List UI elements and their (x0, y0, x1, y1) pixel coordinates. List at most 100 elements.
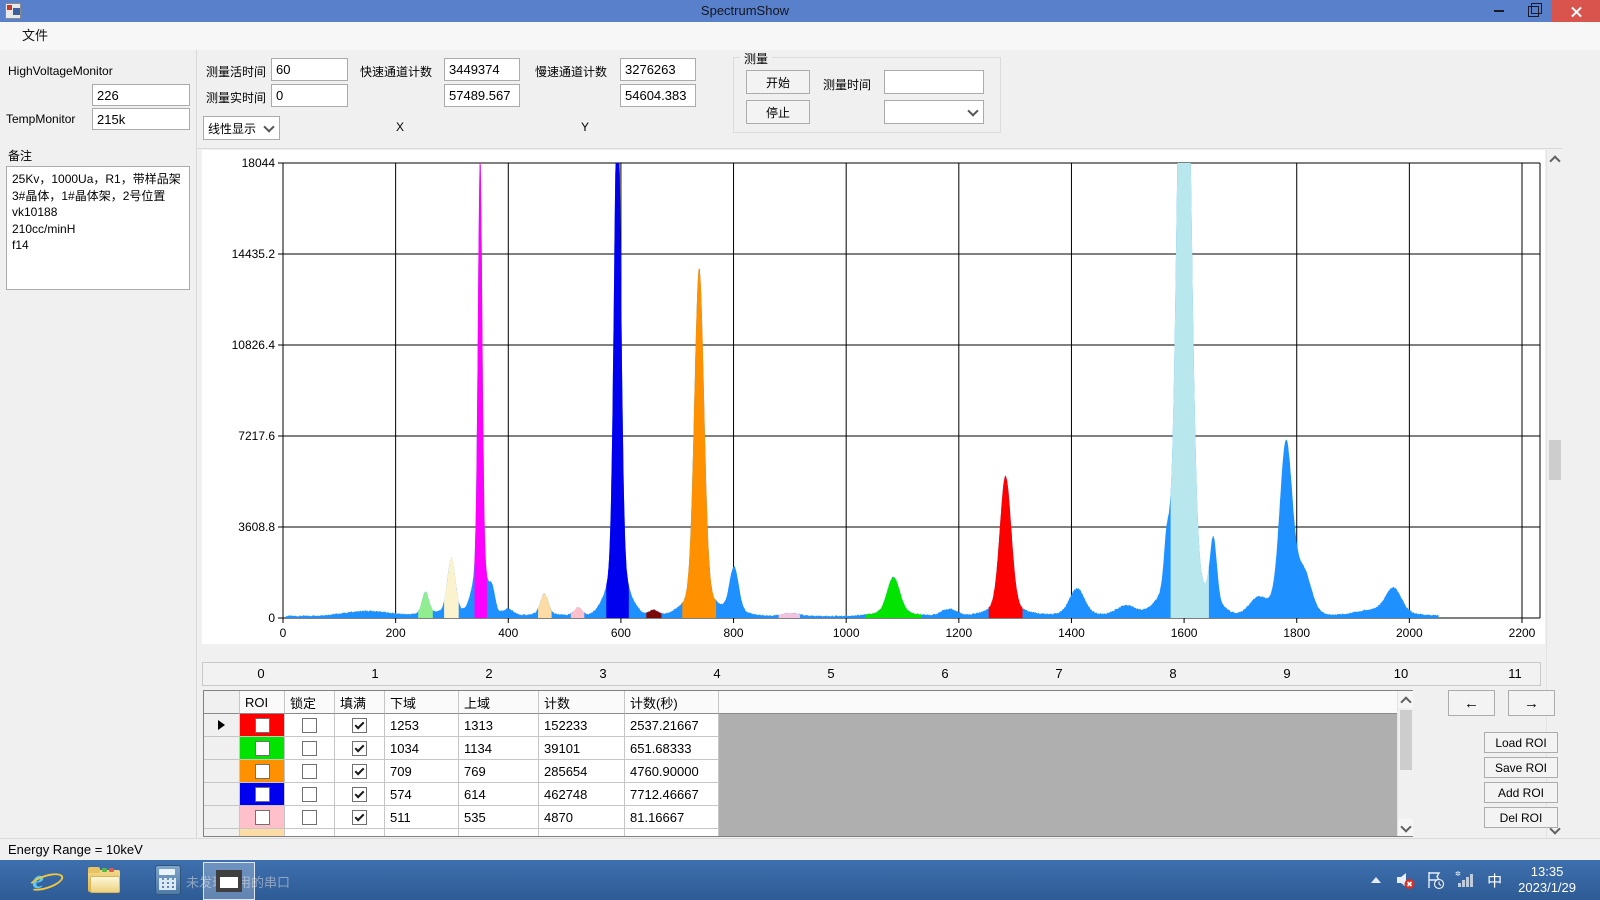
table-row[interactable]: ROI锁定填满下域上域计数计数(秒) (204, 691, 1398, 714)
taskbar-clock[interactable]: 13:35 2023/1/29 (1518, 864, 1576, 896)
table-row[interactable]: 7097692856544760.90000 (204, 760, 1398, 783)
table-scrollbar-thumb[interactable] (1400, 710, 1412, 770)
filled-checkbox[interactable] (352, 718, 367, 733)
menu-file[interactable]: 文件 (14, 22, 56, 50)
locked-cell[interactable] (285, 783, 335, 806)
row-header[interactable] (204, 714, 240, 737)
ime-indicator[interactable]: 中 (1487, 870, 1502, 891)
upper-bound-cell[interactable]: 614 (459, 783, 539, 806)
filled-cell[interactable] (335, 737, 385, 760)
live-time-field[interactable]: 60 (271, 58, 348, 81)
action-center-flag-icon[interactable] (1425, 870, 1445, 890)
roi-color-cell[interactable] (240, 737, 285, 760)
upper-bound-cell[interactable]: 1134 (459, 737, 539, 760)
save-roi-button[interactable]: Save ROI (1484, 757, 1558, 778)
scroll-right-button[interactable]: → (1508, 690, 1555, 716)
locked-cell[interactable] (285, 737, 335, 760)
slow-count-field[interactable]: 3276263 (620, 58, 696, 81)
column-header[interactable]: 下域 (385, 691, 459, 714)
high-voltage-field[interactable]: 226 (92, 84, 190, 106)
volume-muted-icon[interactable] (1395, 870, 1415, 890)
row-header[interactable] (204, 806, 240, 829)
locked-checkbox[interactable] (302, 718, 317, 733)
restore-button[interactable] (1518, 0, 1548, 22)
locked-checkbox[interactable] (302, 764, 317, 779)
roi-color-cell[interactable] (240, 714, 285, 737)
table-scrollbar[interactable] (1397, 691, 1413, 836)
roi-color-checkbox[interactable] (255, 718, 270, 733)
count-per-sec-cell[interactable]: 7712.46667 (625, 783, 719, 806)
table-row[interactable]: 125313131522332537.21667 (204, 714, 1398, 737)
column-header[interactable]: 上域 (459, 691, 539, 714)
network-signal-icon[interactable]: ✲ (1455, 870, 1477, 890)
lower-bound-cell[interactable]: 1253 (385, 714, 459, 737)
count-per-sec-cell[interactable]: 2537.21667 (625, 714, 719, 737)
roi-color-cell[interactable] (240, 829, 285, 837)
row-header[interactable] (204, 737, 240, 760)
display-mode-combo[interactable]: 线性显示 (203, 116, 280, 140)
locked-checkbox[interactable] (302, 810, 317, 825)
minimize-button[interactable] (1484, 0, 1514, 22)
del-roi-button[interactable]: Del ROI (1484, 807, 1558, 828)
filled-checkbox[interactable] (352, 764, 367, 779)
roi-table[interactable]: ROI锁定填满下域上域计数计数(秒)125313131522332537.216… (203, 690, 1413, 837)
scroll-down-icon[interactable] (1398, 819, 1413, 836)
count-cell[interactable]: 152233 (539, 714, 625, 737)
scroll-up-icon[interactable] (1398, 691, 1413, 708)
count-cell[interactable]: 39101 (539, 737, 625, 760)
measure-combo[interactable] (884, 100, 984, 124)
count-per-sec-cell[interactable]: 81.16667 (625, 806, 719, 829)
spectrum-chart[interactable]: 0200400600800100012001400160018002000220… (202, 150, 1545, 644)
lower-bound-cell[interactable]: 511 (385, 806, 459, 829)
load-roi-button[interactable]: Load ROI (1484, 732, 1558, 753)
upper-bound-cell[interactable]: 1313 (459, 714, 539, 737)
filled-cell[interactable] (335, 760, 385, 783)
scroll-left-button[interactable]: ← (1448, 690, 1495, 716)
count-cell[interactable]: 4870 (539, 806, 625, 829)
upper-bound-cell[interactable]: 769 (459, 760, 539, 783)
fast-count-field[interactable]: 3449374 (444, 58, 520, 81)
table-row[interactable]: 5746144627487712.46667 (204, 783, 1398, 806)
roi-color-checkbox[interactable] (255, 741, 270, 756)
roi-color-checkbox[interactable] (255, 787, 270, 802)
locked-checkbox[interactable] (302, 787, 317, 802)
calculator-icon[interactable] (148, 864, 188, 896)
lower-bound-cell[interactable]: 709 (385, 760, 459, 783)
upper-bound-cell[interactable]: 535 (459, 806, 539, 829)
add-roi-button[interactable]: Add ROI (1484, 782, 1558, 803)
row-header[interactable] (204, 783, 240, 806)
active-app-taskbar-button[interactable] (203, 862, 255, 900)
notes-textarea[interactable]: 25Kv，1000Ua，R1，带样品架 3#晶体，1#晶体架，2号位置 vk10… (6, 166, 190, 290)
measure-time-field[interactable] (884, 70, 984, 94)
filled-checkbox[interactable] (352, 741, 367, 756)
start-button[interactable]: 开始 (746, 70, 810, 94)
count-per-sec-cell[interactable]: 4760.90000 (625, 760, 719, 783)
scroll-up-icon[interactable] (1547, 150, 1562, 167)
real-time-field[interactable]: 0 (271, 84, 348, 107)
column-header[interactable]: 锁定 (285, 691, 335, 714)
lower-bound-cell[interactable]: 1034 (385, 737, 459, 760)
filled-cell[interactable] (335, 783, 385, 806)
spectrum-plot-area[interactable]: 0200400600800100012001400160018002000220… (202, 150, 1545, 644)
row-header[interactable] (204, 829, 240, 837)
file-explorer-icon[interactable] (84, 864, 124, 896)
count-cell[interactable]: 285654 (539, 760, 625, 783)
roi-color-checkbox[interactable] (255, 810, 270, 825)
roi-color-cell[interactable] (240, 760, 285, 783)
locked-cell[interactable] (285, 760, 335, 783)
roi-color-checkbox[interactable] (255, 764, 270, 779)
stop-button[interactable]: 停止 (746, 100, 810, 124)
table-row[interactable] (204, 829, 1398, 837)
locked-cell[interactable] (285, 714, 335, 737)
filled-cell[interactable] (335, 806, 385, 829)
roi-color-cell[interactable] (240, 783, 285, 806)
show-hidden-icons-icon[interactable] (1371, 877, 1381, 883)
filled-checkbox[interactable] (352, 787, 367, 802)
table-row[interactable]: 511535487081.16667 (204, 806, 1398, 829)
column-header[interactable]: 计数(秒) (625, 691, 719, 714)
filled-checkbox[interactable] (352, 810, 367, 825)
count-cell[interactable]: 462748 (539, 783, 625, 806)
locked-cell[interactable] (285, 806, 335, 829)
lower-bound-cell[interactable]: 574 (385, 783, 459, 806)
count-per-sec-cell[interactable]: 651.68333 (625, 737, 719, 760)
